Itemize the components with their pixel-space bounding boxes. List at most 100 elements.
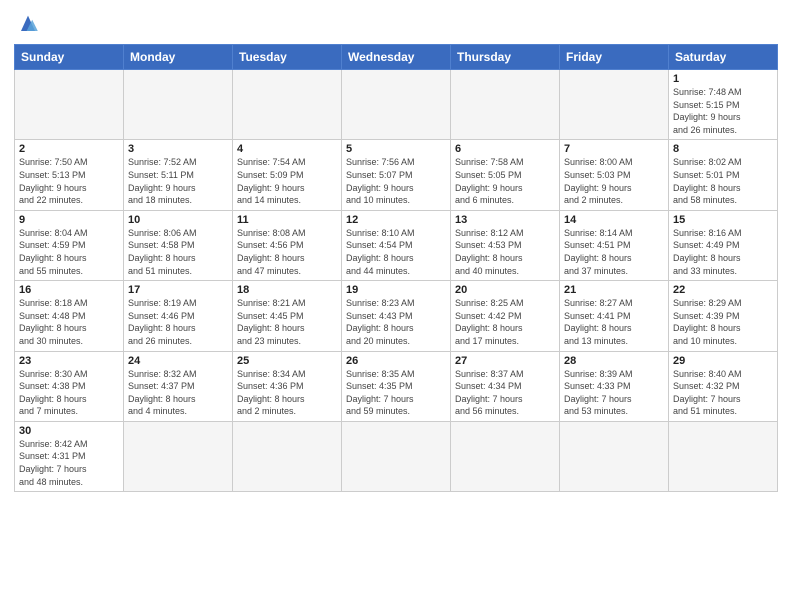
day-cell: 2Sunrise: 7:50 AMSunset: 5:13 PMDaylight… <box>15 140 124 210</box>
day-info: Sunrise: 8:06 AMSunset: 4:58 PMDaylight:… <box>128 227 228 277</box>
weekday-header-row: SundayMondayTuesdayWednesdayThursdayFrid… <box>15 45 778 70</box>
day-info: Sunrise: 8:35 AMSunset: 4:35 PMDaylight:… <box>346 368 446 418</box>
day-info: Sunrise: 8:23 AMSunset: 4:43 PMDaylight:… <box>346 297 446 347</box>
weekday-header-friday: Friday <box>560 45 669 70</box>
week-row-2: 2Sunrise: 7:50 AMSunset: 5:13 PMDaylight… <box>15 140 778 210</box>
day-info: Sunrise: 7:58 AMSunset: 5:05 PMDaylight:… <box>455 156 555 206</box>
day-cell: 19Sunrise: 8:23 AMSunset: 4:43 PMDayligh… <box>342 281 451 351</box>
day-info: Sunrise: 8:08 AMSunset: 4:56 PMDaylight:… <box>237 227 337 277</box>
day-cell <box>560 70 669 140</box>
day-info: Sunrise: 8:32 AMSunset: 4:37 PMDaylight:… <box>128 368 228 418</box>
day-info: Sunrise: 8:16 AMSunset: 4:49 PMDaylight:… <box>673 227 773 277</box>
weekday-header-saturday: Saturday <box>669 45 778 70</box>
day-cell: 16Sunrise: 8:18 AMSunset: 4:48 PMDayligh… <box>15 281 124 351</box>
day-cell: 25Sunrise: 8:34 AMSunset: 4:36 PMDayligh… <box>233 351 342 421</box>
day-number: 4 <box>237 143 337 155</box>
day-number: 1 <box>673 73 773 85</box>
day-info: Sunrise: 8:30 AMSunset: 4:38 PMDaylight:… <box>19 368 119 418</box>
week-row-6: 30Sunrise: 8:42 AMSunset: 4:31 PMDayligh… <box>15 421 778 491</box>
day-info: Sunrise: 8:19 AMSunset: 4:46 PMDaylight:… <box>128 297 228 347</box>
day-number: 26 <box>346 355 446 367</box>
day-info: Sunrise: 8:10 AMSunset: 4:54 PMDaylight:… <box>346 227 446 277</box>
day-number: 2 <box>19 143 119 155</box>
day-number: 9 <box>19 214 119 226</box>
day-number: 21 <box>564 284 664 296</box>
day-info: Sunrise: 8:14 AMSunset: 4:51 PMDaylight:… <box>564 227 664 277</box>
day-cell <box>233 70 342 140</box>
day-cell: 13Sunrise: 8:12 AMSunset: 4:53 PMDayligh… <box>451 210 560 280</box>
day-number: 22 <box>673 284 773 296</box>
day-number: 13 <box>455 214 555 226</box>
day-number: 23 <box>19 355 119 367</box>
calendar: SundayMondayTuesdayWednesdayThursdayFrid… <box>14 44 778 492</box>
day-cell: 12Sunrise: 8:10 AMSunset: 4:54 PMDayligh… <box>342 210 451 280</box>
day-number: 8 <box>673 143 773 155</box>
day-cell: 6Sunrise: 7:58 AMSunset: 5:05 PMDaylight… <box>451 140 560 210</box>
day-info: Sunrise: 8:40 AMSunset: 4:32 PMDaylight:… <box>673 368 773 418</box>
day-number: 25 <box>237 355 337 367</box>
day-info: Sunrise: 7:54 AMSunset: 5:09 PMDaylight:… <box>237 156 337 206</box>
day-cell: 23Sunrise: 8:30 AMSunset: 4:38 PMDayligh… <box>15 351 124 421</box>
day-info: Sunrise: 8:04 AMSunset: 4:59 PMDaylight:… <box>19 227 119 277</box>
day-info: Sunrise: 8:27 AMSunset: 4:41 PMDaylight:… <box>564 297 664 347</box>
day-number: 14 <box>564 214 664 226</box>
day-cell: 22Sunrise: 8:29 AMSunset: 4:39 PMDayligh… <box>669 281 778 351</box>
header <box>14 10 778 38</box>
weekday-header-tuesday: Tuesday <box>233 45 342 70</box>
day-number: 12 <box>346 214 446 226</box>
weekday-header-sunday: Sunday <box>15 45 124 70</box>
day-info: Sunrise: 8:42 AMSunset: 4:31 PMDaylight:… <box>19 438 119 488</box>
day-cell <box>124 421 233 491</box>
day-info: Sunrise: 8:37 AMSunset: 4:34 PMDaylight:… <box>455 368 555 418</box>
day-info: Sunrise: 7:50 AMSunset: 5:13 PMDaylight:… <box>19 156 119 206</box>
day-info: Sunrise: 8:02 AMSunset: 5:01 PMDaylight:… <box>673 156 773 206</box>
weekday-header-wednesday: Wednesday <box>342 45 451 70</box>
day-info: Sunrise: 8:18 AMSunset: 4:48 PMDaylight:… <box>19 297 119 347</box>
weekday-header-monday: Monday <box>124 45 233 70</box>
day-cell: 14Sunrise: 8:14 AMSunset: 4:51 PMDayligh… <box>560 210 669 280</box>
day-cell: 27Sunrise: 8:37 AMSunset: 4:34 PMDayligh… <box>451 351 560 421</box>
day-cell <box>233 421 342 491</box>
day-info: Sunrise: 7:52 AMSunset: 5:11 PMDaylight:… <box>128 156 228 206</box>
week-row-5: 23Sunrise: 8:30 AMSunset: 4:38 PMDayligh… <box>15 351 778 421</box>
day-cell <box>451 421 560 491</box>
day-cell <box>15 70 124 140</box>
day-number: 15 <box>673 214 773 226</box>
day-info: Sunrise: 7:56 AMSunset: 5:07 PMDaylight:… <box>346 156 446 206</box>
day-cell: 21Sunrise: 8:27 AMSunset: 4:41 PMDayligh… <box>560 281 669 351</box>
logo <box>14 10 46 38</box>
day-cell: 24Sunrise: 8:32 AMSunset: 4:37 PMDayligh… <box>124 351 233 421</box>
day-cell: 18Sunrise: 8:21 AMSunset: 4:45 PMDayligh… <box>233 281 342 351</box>
week-row-4: 16Sunrise: 8:18 AMSunset: 4:48 PMDayligh… <box>15 281 778 351</box>
day-cell: 10Sunrise: 8:06 AMSunset: 4:58 PMDayligh… <box>124 210 233 280</box>
page: SundayMondayTuesdayWednesdayThursdayFrid… <box>0 0 792 612</box>
day-info: Sunrise: 8:12 AMSunset: 4:53 PMDaylight:… <box>455 227 555 277</box>
day-cell <box>451 70 560 140</box>
day-cell <box>342 421 451 491</box>
day-info: Sunrise: 8:34 AMSunset: 4:36 PMDaylight:… <box>237 368 337 418</box>
day-cell <box>669 421 778 491</box>
day-cell <box>342 70 451 140</box>
day-number: 29 <box>673 355 773 367</box>
day-cell: 26Sunrise: 8:35 AMSunset: 4:35 PMDayligh… <box>342 351 451 421</box>
day-info: Sunrise: 8:39 AMSunset: 4:33 PMDaylight:… <box>564 368 664 418</box>
day-cell: 8Sunrise: 8:02 AMSunset: 5:01 PMDaylight… <box>669 140 778 210</box>
day-cell: 5Sunrise: 7:56 AMSunset: 5:07 PMDaylight… <box>342 140 451 210</box>
day-info: Sunrise: 8:21 AMSunset: 4:45 PMDaylight:… <box>237 297 337 347</box>
day-cell: 4Sunrise: 7:54 AMSunset: 5:09 PMDaylight… <box>233 140 342 210</box>
day-cell: 17Sunrise: 8:19 AMSunset: 4:46 PMDayligh… <box>124 281 233 351</box>
day-number: 28 <box>564 355 664 367</box>
day-number: 27 <box>455 355 555 367</box>
week-row-1: 1Sunrise: 7:48 AMSunset: 5:15 PMDaylight… <box>15 70 778 140</box>
day-cell: 11Sunrise: 8:08 AMSunset: 4:56 PMDayligh… <box>233 210 342 280</box>
day-cell: 28Sunrise: 8:39 AMSunset: 4:33 PMDayligh… <box>560 351 669 421</box>
day-cell <box>124 70 233 140</box>
day-number: 3 <box>128 143 228 155</box>
day-number: 18 <box>237 284 337 296</box>
day-cell: 30Sunrise: 8:42 AMSunset: 4:31 PMDayligh… <box>15 421 124 491</box>
day-number: 11 <box>237 214 337 226</box>
day-number: 30 <box>19 425 119 437</box>
day-number: 24 <box>128 355 228 367</box>
day-info: Sunrise: 7:48 AMSunset: 5:15 PMDaylight:… <box>673 86 773 136</box>
day-number: 5 <box>346 143 446 155</box>
